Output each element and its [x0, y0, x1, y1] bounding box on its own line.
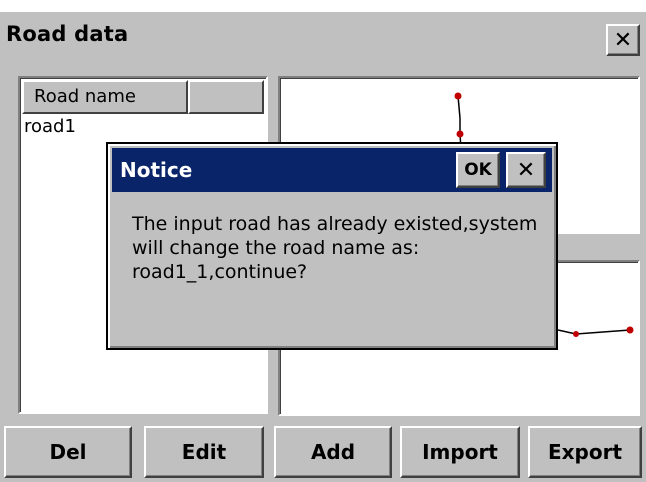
window-titlebar: Road data ✕ — [0, 12, 646, 60]
road-node — [573, 331, 579, 337]
road-segment — [575, 329, 631, 335]
close-icon: ✕ — [516, 157, 536, 183]
add-button[interactable]: Add — [274, 426, 392, 478]
road-node — [456, 130, 464, 138]
column-header-blank[interactable] — [188, 80, 264, 114]
dialog-title: Notice — [120, 158, 193, 182]
window-title: Road data — [6, 22, 129, 46]
column-header-road-name[interactable]: Road name — [22, 80, 188, 114]
export-button[interactable]: Export — [528, 426, 642, 478]
close-icon: ✕ — [613, 27, 633, 53]
dialog-close-button[interactable]: ✕ — [506, 152, 546, 188]
notice-dialog: Notice OK ✕ The input road has already e… — [106, 142, 558, 350]
road-node — [626, 326, 634, 334]
list-item-road1[interactable]: road1 — [24, 116, 76, 137]
edit-button[interactable]: Edit — [144, 426, 264, 478]
road-node — [454, 92, 462, 100]
del-button[interactable]: Del — [4, 426, 132, 478]
import-button[interactable]: Import — [400, 426, 520, 478]
dialog-titlebar[interactable]: Notice OK ✕ — [112, 148, 552, 192]
road-list-header: Road name — [22, 80, 264, 114]
dialog-message: The input road has already existed,syste… — [132, 213, 538, 283]
dialog-ok-button[interactable]: OK — [456, 152, 500, 188]
window-close-button[interactable]: ✕ — [606, 24, 640, 56]
